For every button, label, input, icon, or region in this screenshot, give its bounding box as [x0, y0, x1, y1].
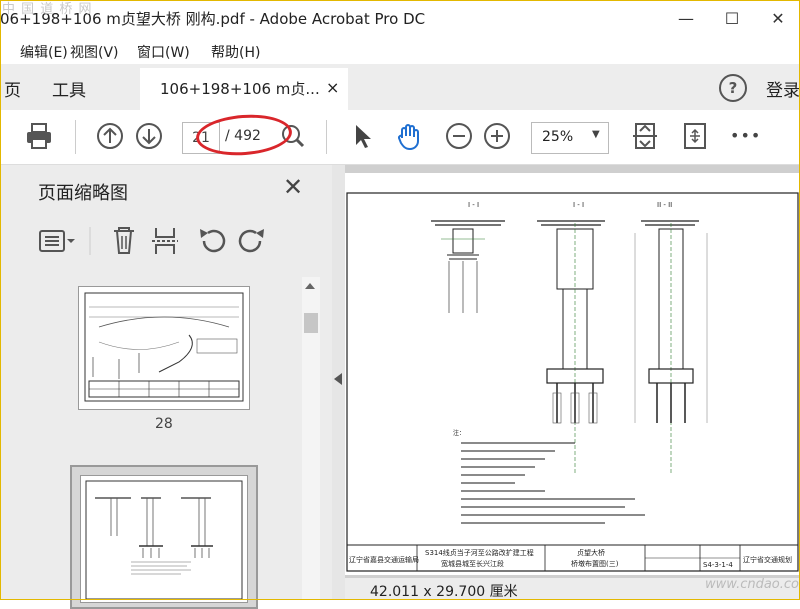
tab-home[interactable]: 页	[4, 76, 21, 101]
extract-pages-icon[interactable]	[152, 228, 178, 254]
title-block-org-right: 辽宁省交通规划	[743, 555, 792, 564]
document-view[interactable]: I - I I - I II - II 注： 辽宁省嘉县交通运输局 S314线贞…	[345, 165, 800, 600]
menu-bar: 编辑(E) 视图(V) 窗口(W) 帮助(H)	[0, 38, 800, 64]
menu-view[interactable]: 视图(V)	[70, 42, 119, 62]
minimize-button[interactable]: —	[666, 4, 706, 34]
toolbar-separator	[326, 120, 327, 154]
close-window-button[interactable]: ✕	[758, 4, 798, 34]
tab-tools[interactable]: 工具	[52, 76, 86, 101]
title-block-drawing: 贞望大桥	[577, 548, 605, 557]
title-block-project: S314线贞当子河至公路改扩建工程	[425, 548, 534, 557]
thumbnail-drawing	[84, 292, 244, 402]
tab-document-label: 106+198+106 m贞...	[160, 80, 320, 98]
title-block-drawing-sub: 桥墩布置图(三)	[571, 559, 619, 568]
scrollbar-thumb[interactable]	[304, 313, 318, 333]
tab-bar: 页 工具 106+198+106 m贞... × ? 登录	[0, 64, 800, 110]
menu-window[interactable]: 窗口(W)	[137, 42, 190, 62]
panel-close-icon[interactable]: ✕	[283, 173, 303, 201]
chevron-down-icon: ▼	[592, 129, 600, 140]
page-thumbnail-28[interactable]	[78, 286, 250, 410]
options-menu-icon[interactable]	[39, 230, 75, 252]
toolbar-separator	[75, 120, 76, 154]
collapse-panel-icon[interactable]	[334, 373, 342, 385]
menu-help[interactable]: 帮助(H)	[211, 42, 260, 62]
engineering-drawing: I - I I - I II - II 注： 辽宁省嘉县交通运输局 S314线贞…	[346, 192, 799, 572]
zoom-out-icon[interactable]	[444, 121, 474, 151]
hand-tool-icon[interactable]	[394, 121, 424, 151]
title-bar: 06+198+106 m贞望大桥 刚构.pdf - Adobe Acrobat …	[0, 0, 800, 38]
title-block-sheet: S4-3-1-4	[703, 561, 733, 569]
login-button[interactable]: 登录	[766, 76, 800, 101]
tab-document[interactable]: 106+198+106 m贞... ×	[140, 68, 348, 110]
thumbnails-panel: 页面缩略图 ✕ 28	[0, 165, 332, 609]
panel-title: 页面缩略图	[38, 183, 128, 204]
thumbnail-page-number: 28	[155, 416, 173, 432]
maximize-button[interactable]: ☐	[712, 4, 752, 34]
fit-page-icon[interactable]	[630, 121, 660, 151]
site-watermark-url: www.cndao.com	[705, 577, 800, 592]
section-label: II - II	[657, 201, 672, 209]
page-thumbnail-29-selected[interactable]	[70, 465, 258, 609]
title-block-project-sub: 宽城县城至长兴江段	[441, 559, 504, 568]
page-size-label: 42.011 x 29.700 厘米	[370, 584, 518, 600]
print-icon[interactable]	[24, 121, 54, 151]
notes-title: 注：	[453, 429, 465, 437]
select-cursor-icon[interactable]	[347, 121, 377, 151]
help-icon[interactable]: ?	[719, 74, 747, 102]
next-page-icon[interactable]	[134, 121, 164, 151]
toolbar: 21 / 492 25% ▼ •••	[0, 110, 800, 165]
panel-divider[interactable]	[332, 165, 345, 600]
delete-page-icon[interactable]	[114, 227, 134, 254]
section-label: I - I	[573, 201, 584, 209]
pdf-page: I - I I - I II - II 注： 辽宁省嘉县交通运输局 S314线贞…	[345, 173, 800, 575]
zoom-in-icon[interactable]	[482, 121, 512, 151]
red-annotation-circle	[194, 111, 294, 159]
fullscreen-icon[interactable]	[680, 121, 710, 151]
previous-page-icon[interactable]	[95, 121, 125, 151]
thumbnail-drawing	[85, 480, 243, 600]
section-label: I - I	[468, 201, 479, 209]
more-tools-icon[interactable]: •••	[730, 126, 761, 145]
menu-edit[interactable]: 编辑(E)	[20, 42, 68, 62]
zoom-level-value: 25%	[542, 129, 574, 145]
tab-close-icon[interactable]: ×	[326, 78, 339, 97]
title-block-org: 辽宁省嘉县交通运输局	[349, 555, 419, 564]
rotate-clockwise-icon[interactable]	[238, 229, 264, 253]
rotate-counterclockwise-icon[interactable]	[200, 229, 226, 253]
scroll-up-icon[interactable]	[305, 283, 315, 289]
site-watermark: 中 国 道 桥 网	[2, 2, 93, 17]
zoom-level-select[interactable]: 25% ▼	[531, 122, 609, 154]
panel-tool-row	[39, 227, 264, 255]
page-thumbnail-29	[80, 475, 248, 603]
